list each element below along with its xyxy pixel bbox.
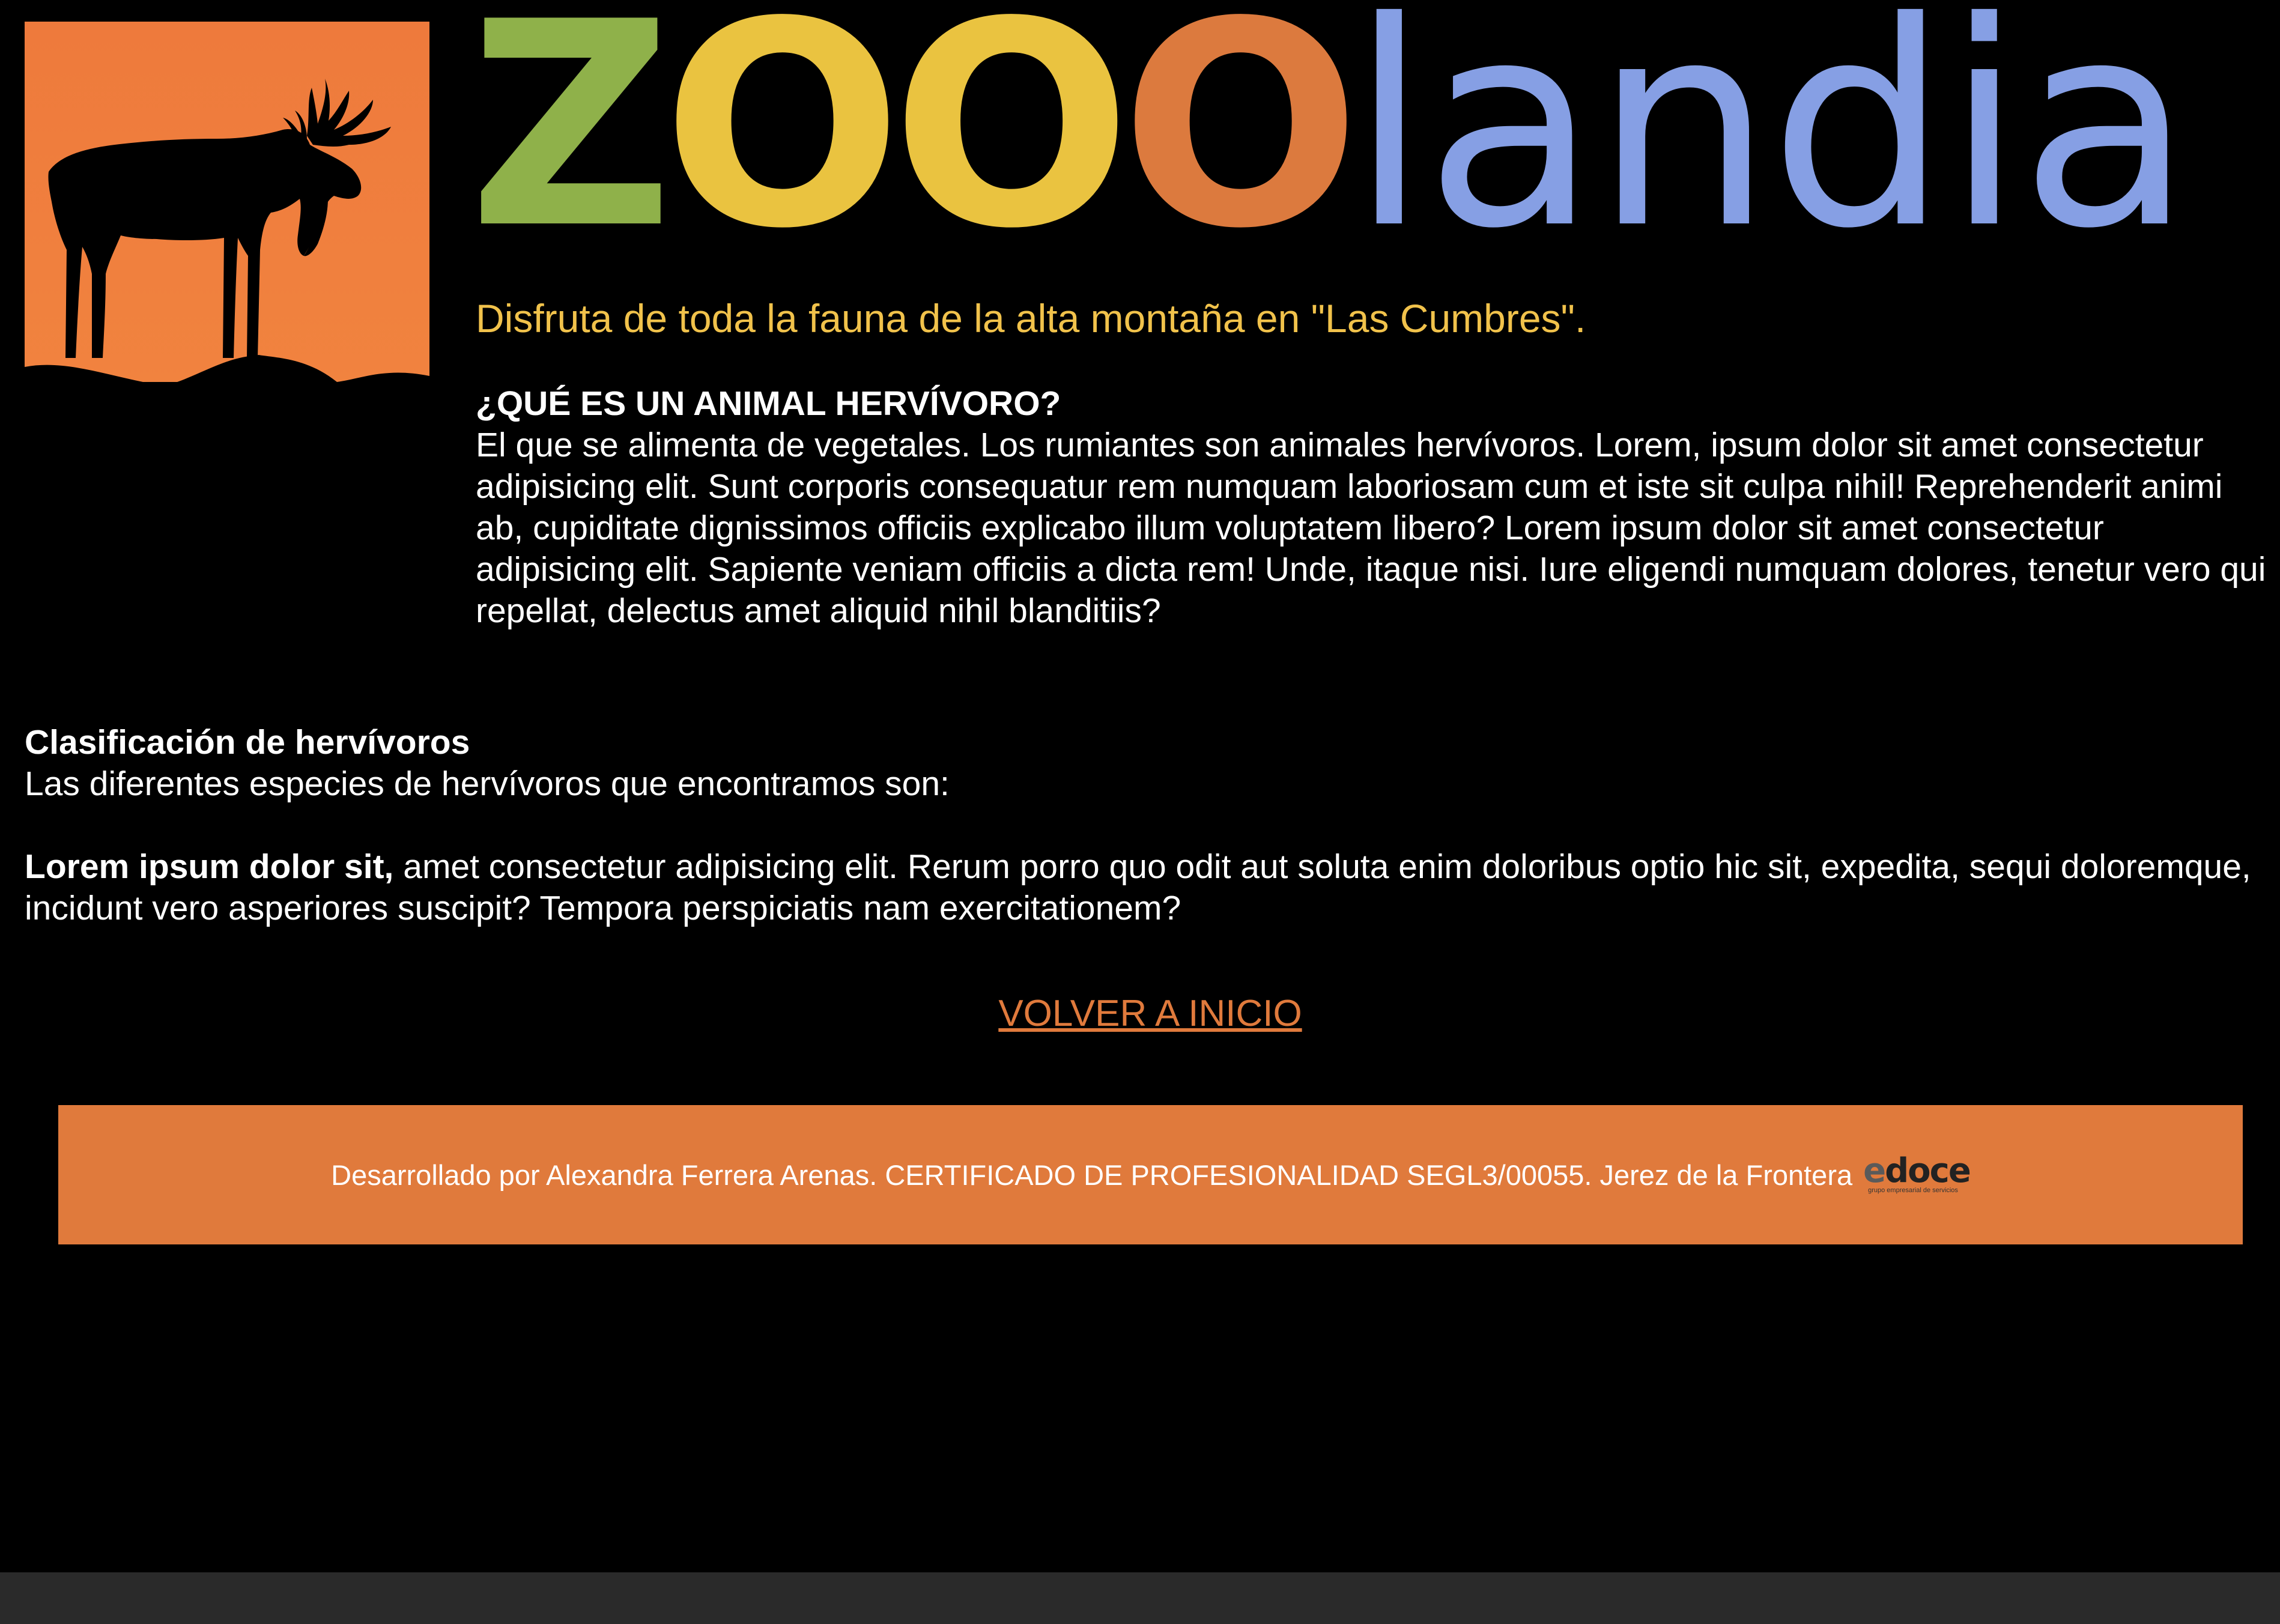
classification-item: Lorem ipsum dolor sit, amet consectetur … [25,846,2259,929]
page: ZOOOlandia Disfruta de toda la fauna de … [0,0,2280,1624]
classification-section: Clasificación de hervívoros Las diferent… [25,722,2259,929]
intro-section: ¿QUÉ ES UN ANIMAL HERVÍVORO? El que se a… [476,383,2272,632]
tagline: Disfruta de toda la fauna de la alta mon… [476,296,1586,341]
site-title-logo: ZOOOlandia [468,0,2193,267]
classification-subtitle: Las diferentes especies de hervívoros qu… [25,765,950,803]
moose-logo [25,22,429,388]
brand-part-oo: OO [662,0,1132,290]
brand-part-o: O [1120,0,1361,290]
back-to-home-link[interactable]: VOLVER A INICIO [0,992,2280,1035]
edoce-logo-prefix: e [1863,1151,1886,1190]
intro-heading: ¿QUÉ ES UN ANIMAL HERVÍVORO? [476,384,1061,423]
moose-silhouette-icon [25,22,429,388]
intro-body: El que se alimenta de vegetales. Los rum… [476,426,2266,630]
brand-part-landia: landia [1350,0,2192,290]
bottom-bar [0,1572,2280,1624]
brand-part-z: Z [468,0,673,290]
classification-heading: Clasificación de hervívoros [25,723,470,762]
classification-item-bold: Lorem ipsum dolor sit, [25,847,394,886]
edoce-logo-word: doce [1885,1151,1971,1190]
footer-credits: Desarrollado por Alexandra Ferrera Arena… [331,1159,1853,1191]
edoce-logo-mark: edoce [1863,1154,1971,1188]
footer: Desarrollado por Alexandra Ferrera Arena… [58,1105,2243,1244]
edoce-logo: edoce grupo empresarial de servicios [1863,1154,1971,1195]
edoce-logo-subtitle: grupo empresarial de servicios [1868,1187,1958,1194]
